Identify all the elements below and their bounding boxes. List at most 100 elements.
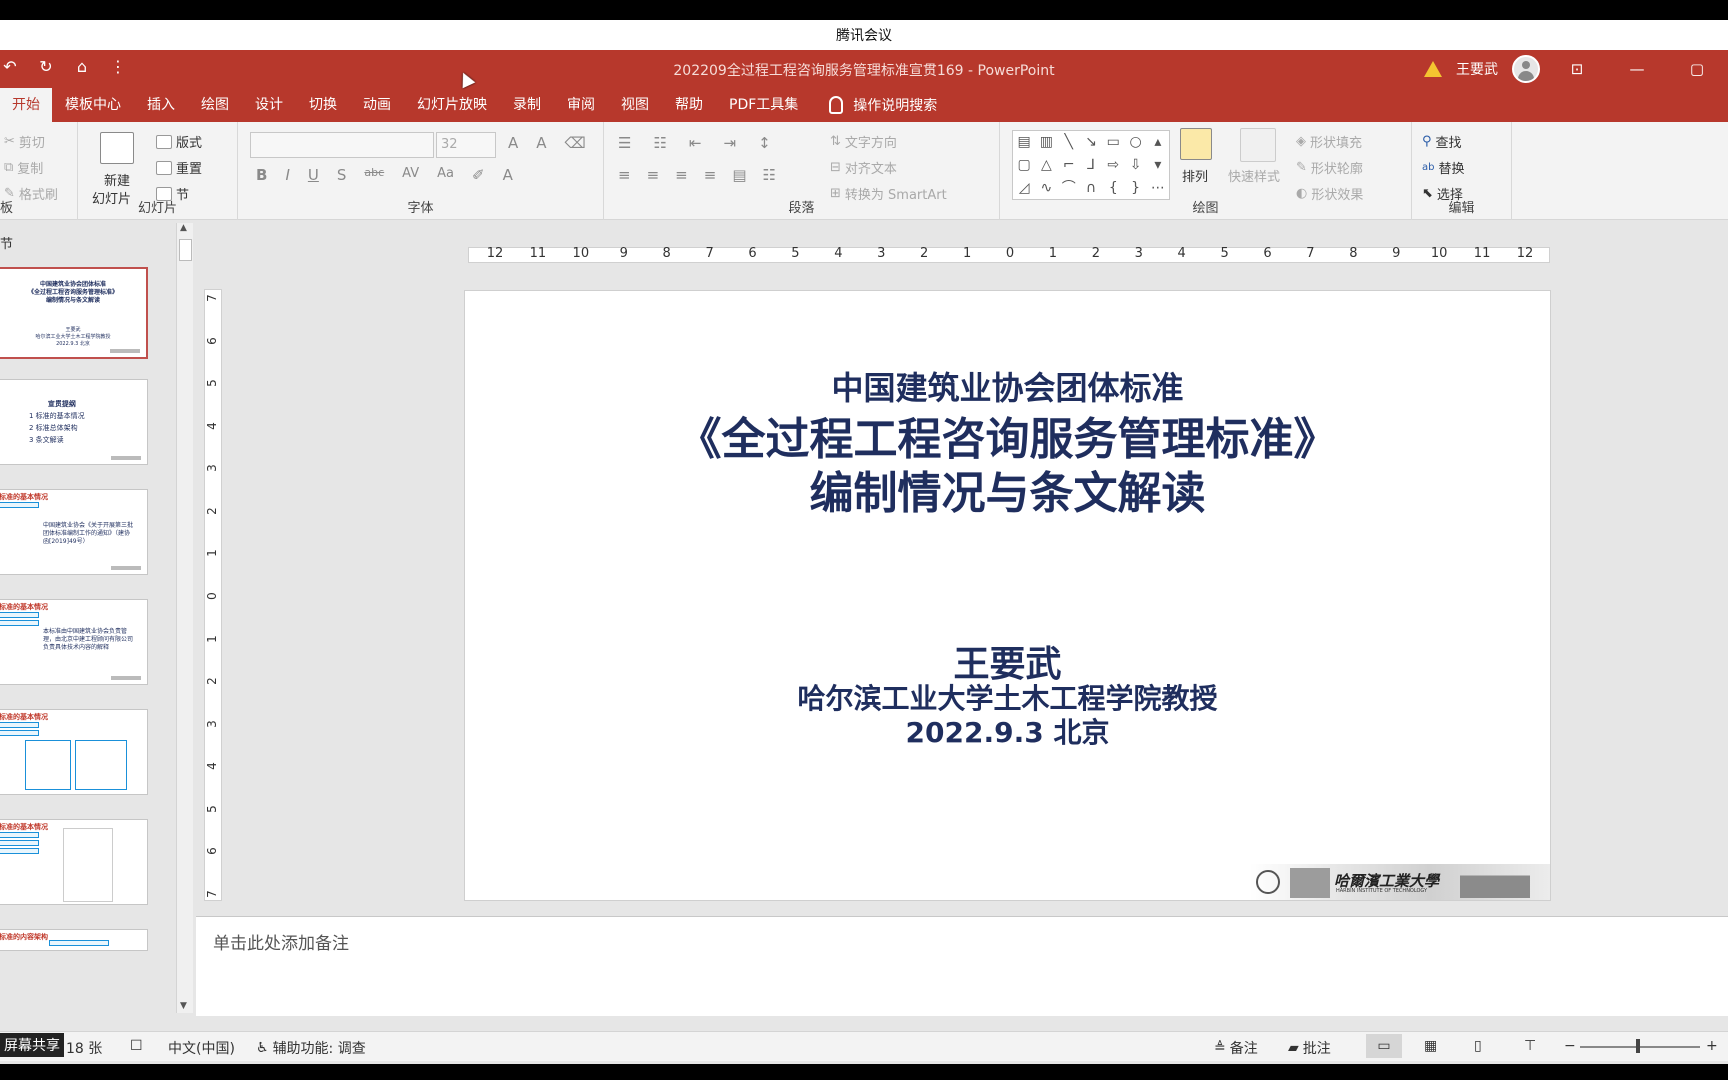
vertical-ruler[interactable]: 7 6 5 4 3 2 1 0 1 2 3 4 5 6 7 [204, 289, 222, 901]
tab-review[interactable]: 审阅 [554, 88, 608, 122]
underline-icon[interactable]: U [308, 166, 319, 184]
tab-help[interactable]: 帮助 [662, 88, 716, 122]
tab-animations[interactable]: 动画 [350, 88, 404, 122]
thumbnail-slide-4[interactable]: 标准的基本情况 本标准由中国建筑业协会负责管理，由北京中建工程顾问有限公司负责具… [0, 599, 148, 685]
increase-indent-icon[interactable]: ⇥ [723, 134, 736, 152]
minimize-button[interactable]: — [1614, 60, 1660, 78]
line-shape-icon[interactable]: ╲ [1058, 131, 1080, 154]
slide-sorter-icon[interactable]: ▦ [1424, 1038, 1437, 1054]
new-slide-button[interactable]: 新建 [104, 170, 130, 189]
line-spacing-icon[interactable]: ↕ [758, 134, 771, 152]
section-header[interactable]: 节 [0, 233, 13, 252]
text-direction-button[interactable]: ⇅ 文字方向 [830, 132, 897, 151]
distributed-icon[interactable]: ▤ [732, 166, 746, 184]
tab-transitions[interactable]: 切换 [296, 88, 350, 122]
replace-button[interactable]: ab 替换 [1422, 158, 1465, 177]
clear-format-icon[interactable]: ⌫ [565, 134, 586, 152]
ribbon-display-options-icon[interactable]: ⊡ [1554, 60, 1600, 78]
tab-template-center[interactable]: 模板中心 [52, 88, 134, 122]
down-arrow-shape-icon[interactable]: ⇩ [1124, 154, 1146, 177]
char-spacing-icon[interactable]: AV [402, 166, 419, 184]
accessibility-status[interactable]: ♿ 辅助功能: 调查 [256, 1038, 366, 1058]
columns-icon[interactable]: ☷ [763, 166, 776, 184]
oval-shape-icon[interactable]: ○ [1124, 131, 1146, 154]
shape-fill-button[interactable]: ◈ 形状填充 [1296, 132, 1362, 151]
warning-icon[interactable] [1424, 61, 1442, 77]
reset-button[interactable]: 重置 [156, 158, 202, 177]
gallery-down-icon[interactable]: ▾ [1147, 154, 1169, 177]
normal-view-icon[interactable]: ▭ [1366, 1034, 1402, 1058]
elbow-connector-shape-icon[interactable]: ⌐ [1058, 154, 1080, 177]
align-center-icon[interactable]: ≡ [647, 166, 660, 184]
notes-pane[interactable]: 单击此处添加备注 [196, 916, 1728, 1016]
tab-view[interactable]: 视图 [608, 88, 662, 122]
thumbnails-scrollbar[interactable]: ▲ ▼ [176, 223, 193, 1013]
font-color-icon[interactable]: A [503, 166, 513, 184]
slide-canvas[interactable]: 中国建筑业协会团体标准 《全过程工程咨询服务管理标准》 编制情况与条文解读 王要… [464, 290, 1551, 901]
scroll-up-icon[interactable]: ▲ [180, 223, 187, 233]
thumbnail-slide-5[interactable]: 标准的基本情况 [0, 709, 148, 795]
triangle-shape-icon[interactable]: △ [1035, 154, 1057, 177]
reading-view-icon[interactable]: ▯ [1474, 1038, 1482, 1054]
numbering-icon[interactable]: ☷ [653, 134, 666, 152]
textbox-shape-icon[interactable]: ▤ [1013, 131, 1035, 154]
shape-effects-button[interactable]: ◐ 形状效果 [1296, 184, 1363, 203]
increase-font-icon[interactable]: A [508, 134, 518, 152]
layout-button[interactable]: 版式 [156, 132, 202, 151]
horizontal-ruler[interactable]: 12 11 10 9 8 7 6 5 4 3 2 1 0 1 2 3 4 5 6 7 8 9 10 11 12 [468, 246, 1550, 263]
tab-design[interactable]: 设计 [242, 88, 296, 122]
shape-outline-button[interactable]: ✎ 形状轮廓 [1296, 158, 1363, 177]
change-case-icon[interactable]: Aa [437, 166, 454, 184]
right-arrow-shape-icon[interactable]: ⇨ [1102, 154, 1124, 177]
arrange-icon[interactable] [1180, 128, 1212, 160]
quick-styles-button[interactable]: 快速样式 [1228, 166, 1280, 185]
left-brace-shape-icon[interactable]: { [1102, 177, 1124, 200]
bold-icon[interactable]: B [256, 166, 267, 184]
language-status[interactable]: 中文(中国) [168, 1038, 235, 1058]
slideshow-view-icon[interactable]: ⊤ [1524, 1038, 1536, 1054]
restore-button[interactable]: ▢ [1674, 60, 1720, 78]
quick-styles-icon[interactable] [1240, 128, 1276, 162]
thumbnail-slide-3[interactable]: 标准的基本情况 中国建筑业协会《关于开展第三批团体标准编制工作的通知》（建协函[… [0, 489, 148, 575]
thumbnail-slide-6[interactable]: 标准的基本情况 [0, 819, 148, 905]
scroll-down-icon[interactable]: ▼ [180, 1001, 187, 1011]
freeform-shape-icon[interactable]: ◿ [1013, 177, 1035, 200]
highlight-icon[interactable]: ✐ [472, 166, 485, 184]
new-slide-icon[interactable] [100, 132, 134, 164]
scribble-shape-icon[interactable]: ∿ [1035, 177, 1057, 200]
slide-date-place[interactable]: 2022.9.3 北京 [465, 711, 1550, 751]
copy-button[interactable]: ⧉ 复制 [4, 158, 43, 177]
align-left-icon[interactable]: ≡ [618, 166, 631, 184]
tab-insert[interactable]: 插入 [134, 88, 188, 122]
thumbnail-slide-2[interactable]: 宣贯提纲 1 标准的基本情况 2 标准总体架构 3 条文解读 [0, 379, 148, 465]
arrow-line-shape-icon[interactable]: ↘ [1080, 131, 1102, 154]
tab-pdf-tools[interactable]: PDF工具集 [716, 88, 811, 122]
arc-shape-icon[interactable]: ⌒ [1058, 177, 1080, 200]
slide-title-line-3[interactable]: 编制情况与条文解读 [465, 457, 1550, 521]
user-name[interactable]: 王要武 [1456, 59, 1498, 79]
avatar[interactable] [1512, 55, 1540, 83]
bullets-icon[interactable]: ☰ [618, 134, 631, 152]
gallery-up-icon[interactable]: ▴ [1147, 131, 1169, 154]
decrease-font-icon[interactable]: A [536, 134, 546, 152]
notes-toggle[interactable]: ≜ 备注 [1214, 1038, 1258, 1058]
rectangle-shape-icon[interactable]: ▭ [1102, 131, 1124, 154]
zoom-out-icon[interactable]: − [1564, 1038, 1576, 1054]
thumbnail-slide-1[interactable]: 中国建筑业协会团体标准 《全过程工程咨询服务管理标准》 编制情况与条文解读 王要… [0, 267, 148, 359]
find-button[interactable]: ⚲ 查找 [1422, 132, 1462, 151]
shapes-gallery[interactable]: ▤ ▥ ╲ ↘ ▭ ○ ▴ ▢ △ ⌐ ⅃ ⇨ ⇩ ▾ ◿ ∿ ⌒ ∩{} ⋯ [1012, 130, 1170, 200]
decrease-indent-icon[interactable]: ⇤ [689, 134, 702, 152]
comments-toggle[interactable]: ▰ 批注 [1288, 1038, 1331, 1058]
gallery-more-icon[interactable]: ⋯ [1147, 177, 1169, 200]
tab-draw[interactable]: 绘图 [188, 88, 242, 122]
scrollbar-thumb[interactable] [179, 239, 192, 261]
zoom-in-icon[interactable]: + [1706, 1038, 1718, 1054]
tell-me-search[interactable]: 操作说明搜索 [811, 95, 945, 115]
vertical-textbox-shape-icon[interactable]: ▥ [1035, 131, 1057, 154]
thumbnail-slide-7[interactable]: 标准的内容架构 [0, 929, 148, 951]
font-size-combo[interactable]: 32 [436, 132, 496, 158]
arrange-button[interactable]: 排列 [1182, 166, 1208, 185]
right-brace-shape-icon[interactable]: } [1124, 177, 1146, 200]
strikethrough-icon[interactable]: abc [364, 166, 384, 184]
shadow-icon[interactable]: S [337, 166, 347, 184]
